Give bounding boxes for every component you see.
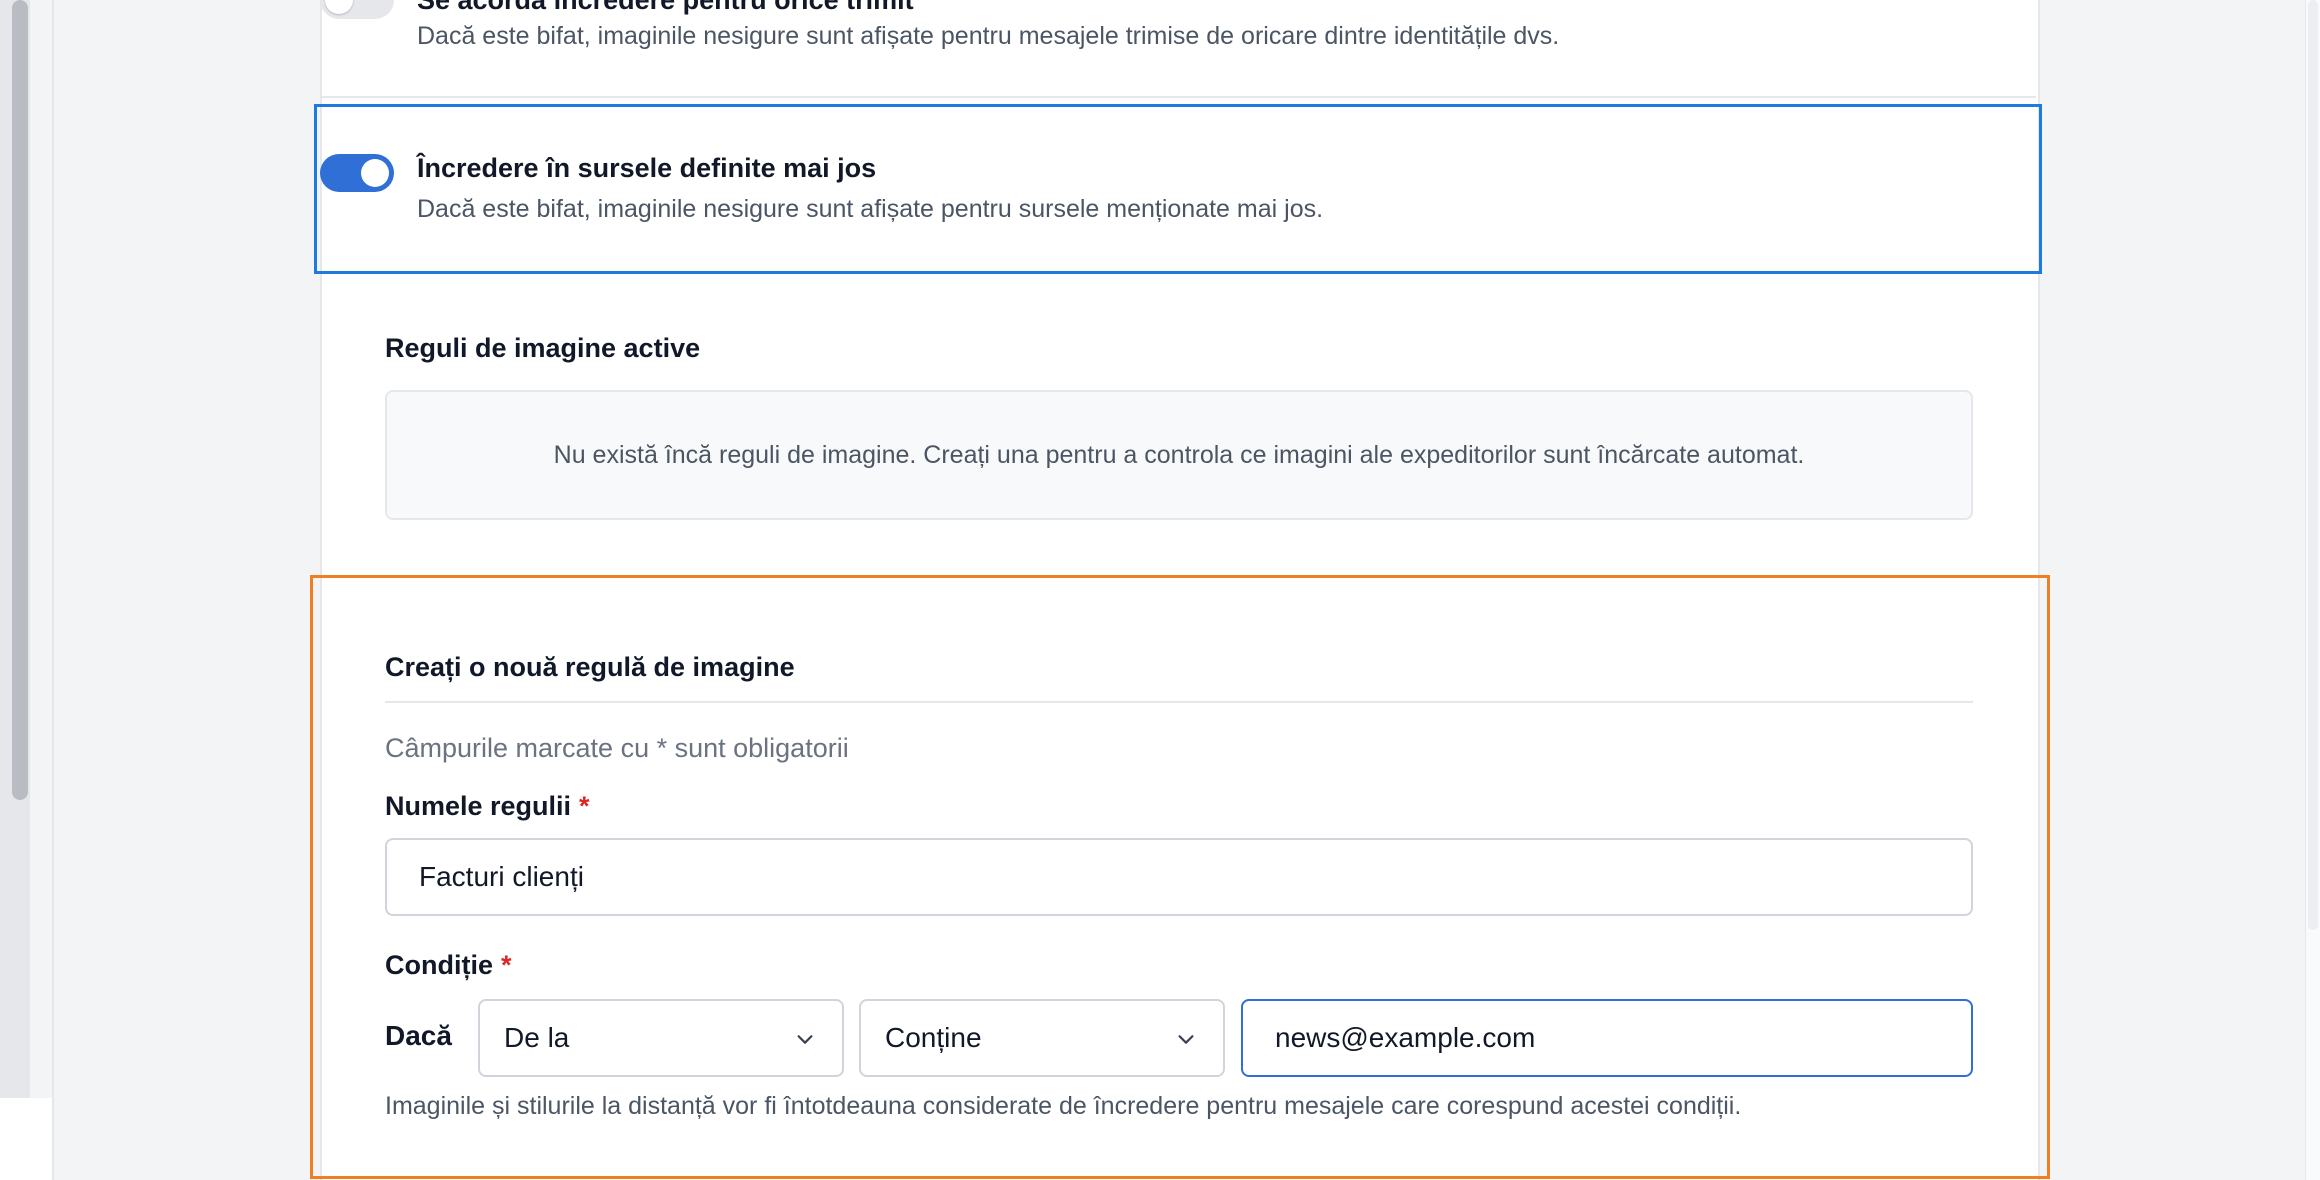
trust-sources-highlight xyxy=(314,104,2042,274)
chevron-down-icon xyxy=(1178,1035,1194,1044)
left-corner xyxy=(0,1098,52,1180)
rule-name-input[interactable] xyxy=(385,838,1973,916)
condition-field-select[interactable]: De la xyxy=(478,999,844,1077)
trust-any-sender-title: Se acordă încredere pentru orice trimit xyxy=(417,0,914,15)
left-scrollbar-track[interactable] xyxy=(0,0,30,1098)
condition-operator-select[interactable]: Conține xyxy=(859,999,1225,1077)
toggle-knob xyxy=(325,0,353,14)
left-gutter xyxy=(30,0,52,1098)
condition-value-input[interactable] xyxy=(1241,999,1973,1077)
required-star: * xyxy=(579,791,590,821)
chevron-down-icon xyxy=(797,1035,813,1044)
condition-field-value: De la xyxy=(504,1022,570,1053)
condition-label-text: Condiție xyxy=(385,950,493,980)
trust-any-sender-description: Dacă este bifat, imaginile nesigure sunt… xyxy=(417,22,1560,50)
active-rules-heading: Reguli de imagine active xyxy=(385,333,701,363)
settings-page: Se acordă încredere pentru orice trimit … xyxy=(0,0,2320,1180)
rule-name-label: Numele regulii * xyxy=(385,791,590,822)
required-fields-note: Câmpurile marcate cu * sunt obligatorii xyxy=(385,733,849,763)
required-star: * xyxy=(501,950,512,980)
new-rule-heading: Creați o nouă regulă de imagine xyxy=(385,652,795,682)
left-scrollbar-thumb[interactable] xyxy=(12,0,28,800)
right-scrollbar-track[interactable] xyxy=(2305,0,2320,1180)
form-divider xyxy=(385,701,1973,703)
condition-hint: Imaginile și stilurile la distanță vor f… xyxy=(385,1092,1742,1120)
row-divider xyxy=(320,96,2036,98)
condition-operator-value: Conține xyxy=(885,1022,982,1053)
active-rules-empty-state: Nu există încă reguli de imagine. Creați… xyxy=(385,390,1973,520)
gutter-divider xyxy=(52,0,54,1180)
right-scrollbar-thumb[interactable] xyxy=(2308,0,2318,930)
trust-any-sender-toggle[interactable] xyxy=(320,0,394,19)
condition-if-label: Dacă xyxy=(385,1020,452,1051)
rule-name-label-text: Numele regulii xyxy=(385,791,572,821)
empty-state-message: Nu există încă reguli de imagine. Creați… xyxy=(553,440,1805,469)
condition-label: Condiție * xyxy=(385,950,512,981)
